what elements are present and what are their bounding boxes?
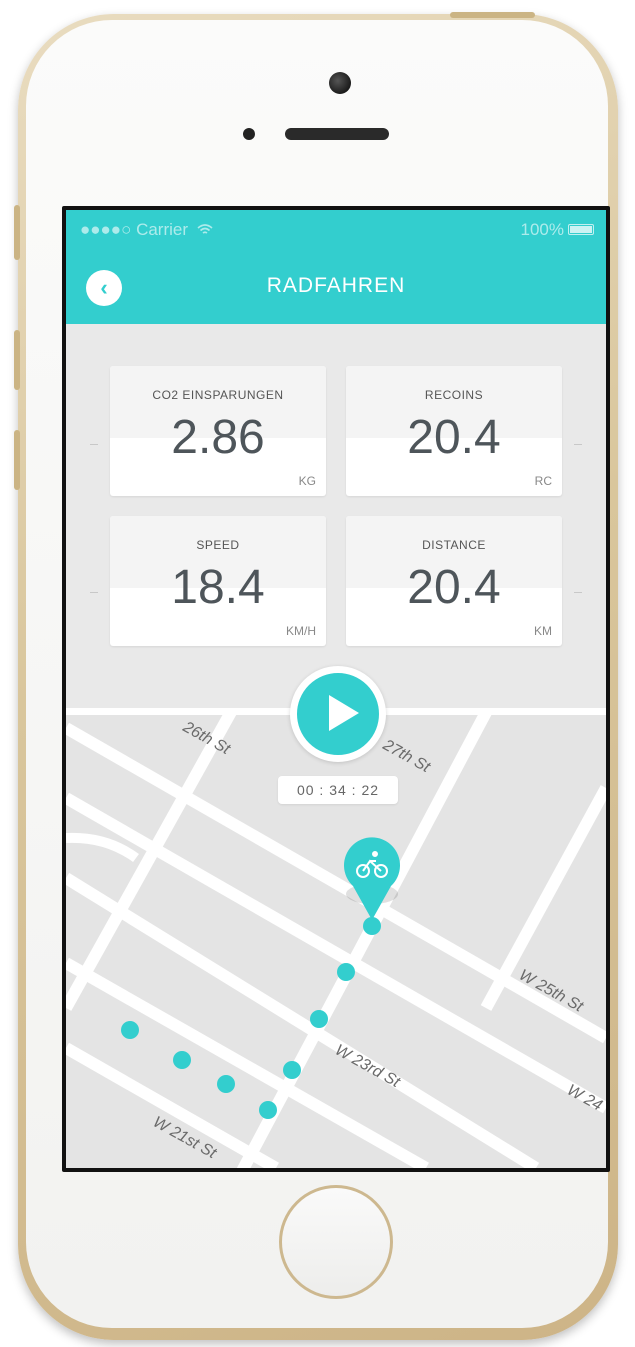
stat-label: RECOINS [424,388,484,402]
stat-unit: KM [534,624,552,638]
divider [90,592,98,593]
earpiece-speaker [285,128,389,140]
mute-switch [14,205,20,260]
stat-value: 20.4 [407,411,501,464]
stat-card-co2: CO2 EINSPARUNGEN 2.86 KG [110,366,326,496]
divider [574,592,582,593]
route-point [217,1075,235,1093]
stat-label: SPEED [196,538,240,552]
divider [574,444,582,445]
app-screen: ●●●●○ Carrier 100% ‹ RADFAHREN CO2 EINSP… [66,210,606,1168]
power-button [450,12,535,18]
front-camera [329,72,351,94]
proximity-sensor [243,128,255,140]
stat-label: DISTANCE [422,538,486,552]
status-left: ●●●●○ Carrier [80,220,213,240]
volume-up-button [14,330,20,390]
ride-timer: 00 : 34 : 22 [278,776,398,804]
route-point [337,963,355,981]
battery-percent: 100% [520,220,564,239]
play-button[interactable] [290,666,386,762]
phone-screen: ●●●●○ Carrier 100% ‹ RADFAHREN CO2 EINSP… [62,206,610,1172]
stat-unit: KG [298,474,316,488]
stat-value: 20.4 [407,561,501,614]
home-button[interactable] [279,1185,393,1299]
status-bar: ●●●●○ Carrier 100% [66,210,606,250]
route-point [173,1051,191,1069]
signal-indicator: ●●●●○ [80,220,132,239]
app-header: ●●●●○ Carrier 100% ‹ RADFAHREN [66,210,606,324]
route-point [310,1010,328,1028]
volume-down-button [14,430,20,490]
route-point [259,1101,277,1119]
stat-card-speed: SPEED 18.4 KM/H [110,516,326,646]
stat-value: 2.86 [171,411,265,464]
stat-unit: KM/H [286,624,316,638]
stats-panel: CO2 EINSPARUNGEN 2.86 KG RECOINS 20.4 RC… [66,324,606,708]
battery-icon [568,224,594,235]
stat-label: CO2 EINSPARUNGEN [152,388,284,402]
page-title: RADFAHREN [266,274,406,297]
carrier-name: Carrier [136,220,189,239]
route-point [283,1061,301,1079]
stat-unit: RC [534,474,552,488]
stat-card-recoins: RECOINS 20.4 RC [346,366,562,496]
wifi-icon [197,224,213,234]
divider [90,444,98,445]
stat-card-distance: DISTANCE 20.4 KM [346,516,562,646]
stat-value: 18.4 [171,561,265,614]
route-point [121,1021,139,1039]
